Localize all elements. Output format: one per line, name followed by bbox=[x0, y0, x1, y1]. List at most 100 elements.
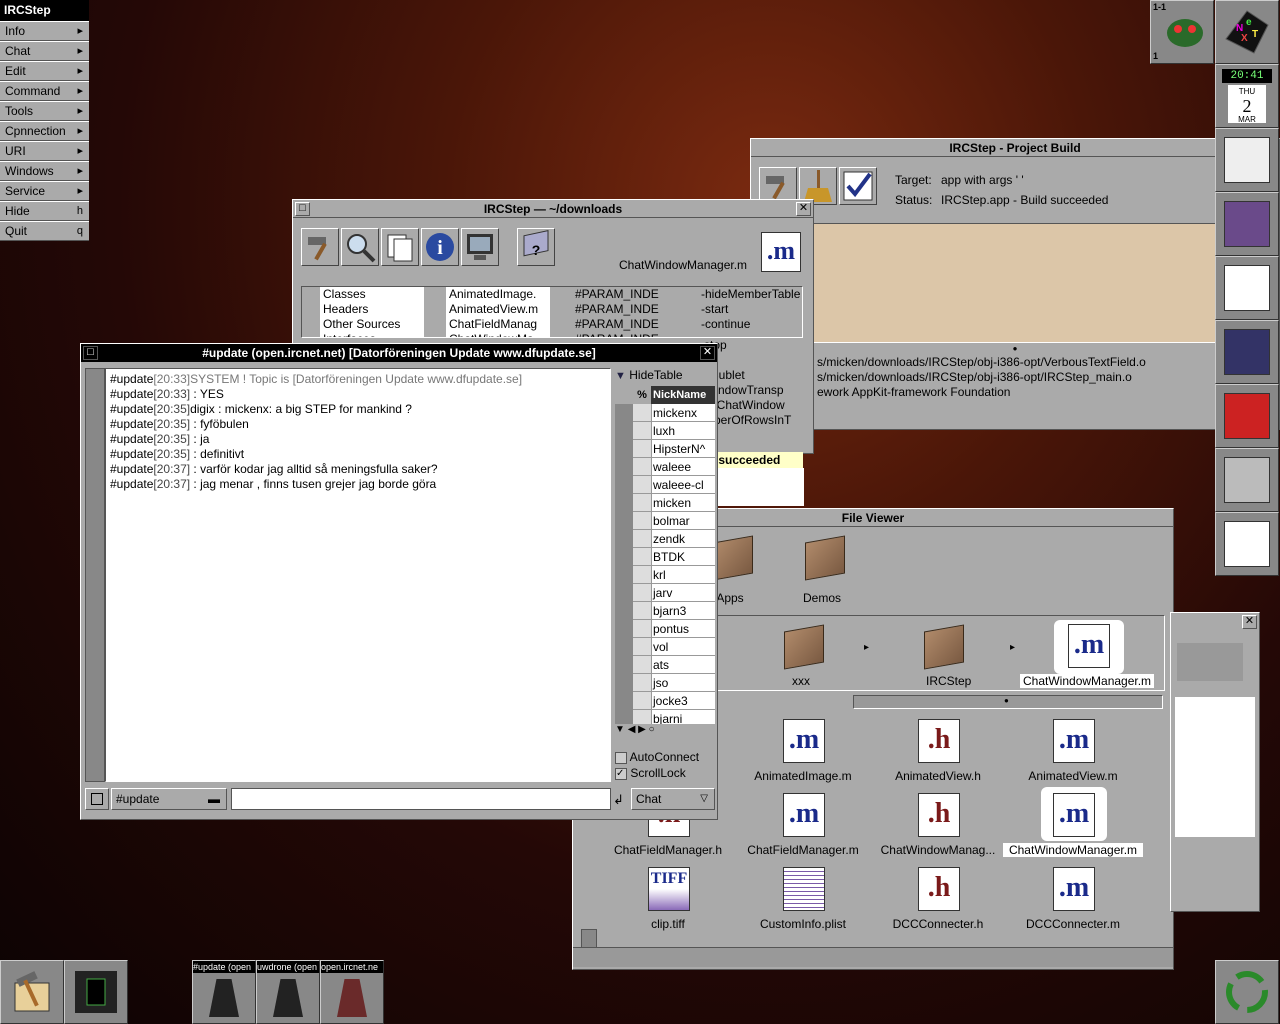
dock-tile[interactable] bbox=[1215, 320, 1279, 384]
folder-icon[interactable] bbox=[784, 624, 824, 670]
col-nick-header[interactable]: NickName bbox=[651, 386, 715, 404]
miniaturize-button[interactable]: □ bbox=[295, 202, 310, 216]
dock-tile[interactable] bbox=[1215, 512, 1279, 576]
nick-scroll-arrows[interactable]: ▼ ◀ ▶ ○ bbox=[615, 724, 715, 740]
nick-row[interactable]: vol bbox=[633, 638, 715, 656]
browser-cell[interactable]: AnimatedImage. bbox=[446, 287, 550, 302]
browser-cell[interactable]: -start bbox=[698, 302, 802, 317]
nick-row[interactable]: HipsterN^ bbox=[633, 440, 715, 458]
menu-item-quit[interactable]: Quit q bbox=[0, 221, 89, 241]
info-button[interactable]: i bbox=[421, 228, 459, 266]
auto-connect-switch[interactable]: AutoConnect bbox=[615, 750, 715, 766]
scroll-lock-checkbox[interactable]: ✓ bbox=[615, 767, 627, 780]
nick-row[interactable]: pontus bbox=[633, 620, 715, 638]
miniwindow-tile[interactable]: uwdrone (open bbox=[256, 960, 320, 1024]
hide-table-toggle[interactable]: ▼ HideTable bbox=[615, 368, 715, 384]
dock-tile[interactable] bbox=[1215, 192, 1279, 256]
files-button[interactable] bbox=[381, 228, 419, 266]
scroller-knob[interactable]: ● bbox=[1004, 696, 1009, 705]
chat-scroller[interactable] bbox=[85, 368, 105, 782]
nick-row[interactable]: bjarn3 bbox=[633, 602, 715, 620]
miniaturize-button[interactable]: □ bbox=[83, 346, 98, 360]
m-file-icon[interactable]: .m bbox=[1053, 719, 1095, 763]
h-file-icon[interactable]: .h bbox=[918, 793, 960, 837]
menu-item-command[interactable]: Command ▸ bbox=[0, 81, 89, 101]
browser-cell[interactable]: ChatWindowMa bbox=[446, 332, 550, 337]
resize-icon[interactable]: ○ bbox=[649, 724, 655, 735]
nick-scroller[interactable] bbox=[615, 404, 633, 740]
folder-icon[interactable] bbox=[713, 535, 753, 581]
build-button[interactable] bbox=[301, 228, 339, 266]
nick-row[interactable]: zendk bbox=[633, 530, 715, 548]
plist-file-icon[interactable] bbox=[783, 867, 825, 911]
m-file-icon[interactable]: .m bbox=[783, 719, 825, 763]
close-button[interactable]: ✕ bbox=[700, 346, 715, 360]
browser-cell[interactable]: #PARAM_INDE bbox=[572, 332, 676, 337]
menu-item-chat[interactable]: Chat ▸ bbox=[0, 41, 89, 61]
m-file-icon[interactable]: .m bbox=[1053, 867, 1095, 911]
col-pct-header[interactable]: % bbox=[633, 386, 651, 404]
nick-row[interactable]: krl bbox=[633, 566, 715, 584]
menu-item-windows[interactable]: Windows ▸ bbox=[0, 161, 89, 181]
message-input[interactable] bbox=[231, 788, 611, 810]
nick-row[interactable]: waleee-cl bbox=[633, 476, 715, 494]
scroll-lock-switch[interactable]: ✓ ScrollLock bbox=[615, 766, 715, 782]
browser-cell[interactable]: #PARAM_INDE bbox=[572, 302, 676, 317]
horizontal-scroller[interactable]: ● bbox=[853, 695, 1163, 709]
browser-cell[interactable]: Headers bbox=[320, 302, 424, 317]
check-button[interactable] bbox=[839, 167, 877, 205]
arrow-left-icon[interactable]: ◀ bbox=[628, 724, 636, 735]
folder-icon[interactable] bbox=[924, 624, 964, 670]
dock-tile[interactable] bbox=[1215, 128, 1279, 192]
auto-connect-checkbox[interactable] bbox=[615, 751, 627, 764]
channel-select[interactable]: #update ▬ bbox=[111, 788, 227, 810]
split-handle[interactable]: ● bbox=[755, 345, 1275, 353]
workspace-tile[interactable]: 1-1 1 bbox=[1150, 0, 1214, 64]
nick-row[interactable]: jso bbox=[633, 674, 715, 692]
browser-cell[interactable]: Classes bbox=[320, 287, 424, 302]
browser-cell[interactable]: #PARAM_INDE bbox=[572, 287, 676, 302]
menu-item-hide[interactable]: Hide h bbox=[0, 201, 89, 221]
dock-tile[interactable] bbox=[1215, 256, 1279, 320]
recycler-tile[interactable] bbox=[1215, 960, 1279, 1024]
dock-tile[interactable] bbox=[1215, 384, 1279, 448]
clock-tile[interactable]: 20:41 THU 2 MAR bbox=[1215, 64, 1279, 128]
browser-cell[interactable]: -hideMemberTable bbox=[698, 287, 802, 302]
m-file-icon[interactable]: .m bbox=[1053, 793, 1095, 837]
close-button[interactable]: ✕ bbox=[1242, 615, 1257, 629]
browser-cell[interactable]: Interfaces bbox=[320, 332, 424, 337]
return-icon[interactable]: ↲ bbox=[613, 792, 624, 808]
nick-row[interactable]: waleee bbox=[633, 458, 715, 476]
menu-item-uri[interactable]: URI ▸ bbox=[0, 141, 89, 161]
nick-row[interactable]: jarv bbox=[633, 584, 715, 602]
arrow-right-icon[interactable]: ▶ bbox=[638, 724, 646, 735]
h-file-icon[interactable]: .h bbox=[918, 867, 960, 911]
nextstep-dock-tile[interactable]: NeXT bbox=[1215, 0, 1279, 64]
chat-action-button[interactable] bbox=[85, 788, 109, 810]
menu-item-service[interactable]: Service ▸ bbox=[0, 181, 89, 201]
menu-item-cpnnection[interactable]: Cpnnection ▸ bbox=[0, 121, 89, 141]
projectcenter-tile[interactable] bbox=[0, 960, 64, 1024]
launch-button[interactable] bbox=[461, 228, 499, 266]
arrow-down-icon[interactable]: ▼ bbox=[615, 724, 625, 735]
menu-item-tools[interactable]: Tools ▸ bbox=[0, 101, 89, 121]
dock-tile[interactable] bbox=[1215, 448, 1279, 512]
browser-cell[interactable]: #PARAM_INDE bbox=[572, 317, 676, 332]
nick-row[interactable]: BTDK bbox=[633, 548, 715, 566]
m-file-icon[interactable]: .m bbox=[1068, 624, 1110, 668]
menu-item-info[interactable]: Info ▸ bbox=[0, 21, 89, 41]
mode-select[interactable]: Chat ▽ bbox=[631, 788, 715, 810]
tiff-file-icon[interactable]: TIFF bbox=[648, 867, 690, 911]
tunnel-tile[interactable] bbox=[64, 960, 128, 1024]
h-file-icon[interactable]: .h bbox=[918, 719, 960, 763]
m-file-icon[interactable]: .m bbox=[783, 793, 825, 837]
browser-cell[interactable]: AnimatedView.m bbox=[446, 302, 550, 317]
miniwindow-tile[interactable]: #update (open bbox=[192, 960, 256, 1024]
folder-icon[interactable] bbox=[805, 535, 845, 581]
browser-cell[interactable]: -continue bbox=[698, 317, 802, 332]
close-button[interactable]: ✕ bbox=[796, 202, 811, 216]
find-button[interactable] bbox=[341, 228, 379, 266]
menu-item-edit[interactable]: Edit ▸ bbox=[0, 61, 89, 81]
nick-row[interactable]: luxh bbox=[633, 422, 715, 440]
browser-cell[interactable]: Other Sources bbox=[320, 317, 424, 332]
